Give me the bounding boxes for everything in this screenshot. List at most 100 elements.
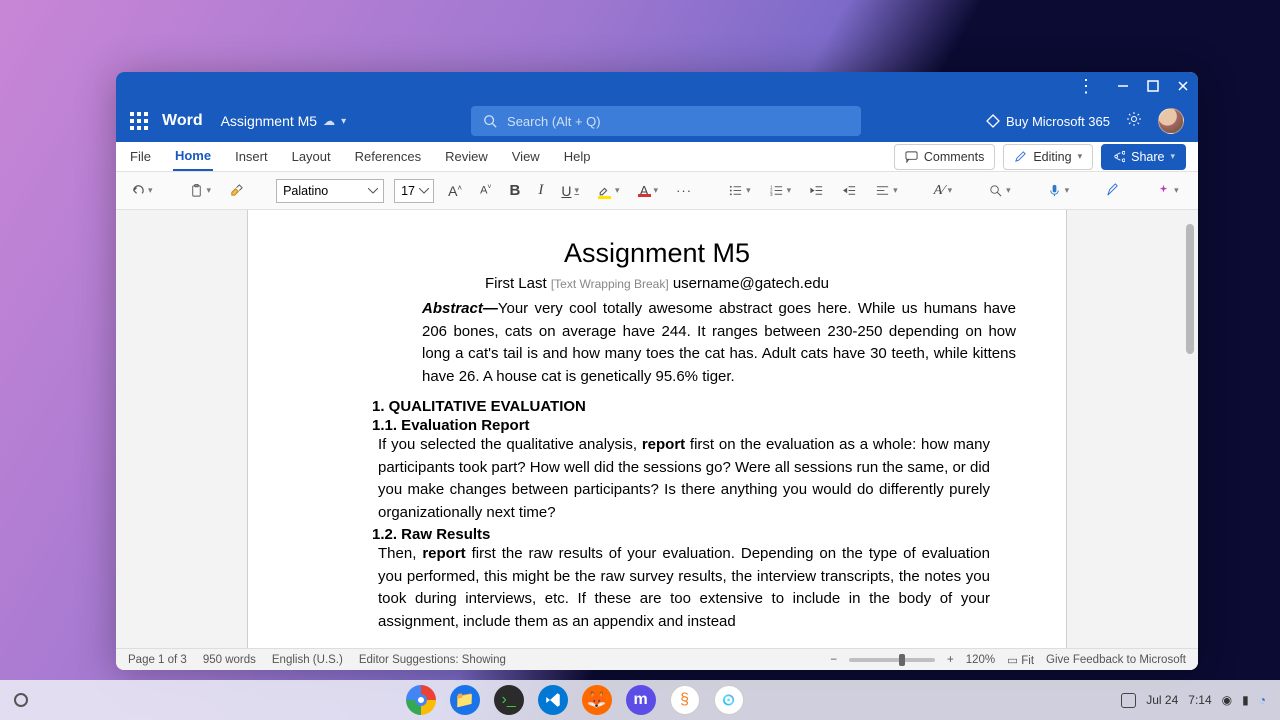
format-painter-button[interactable] [225, 180, 248, 201]
italic-button[interactable]: I [534, 179, 547, 202]
increase-font-button[interactable]: A˄ [444, 180, 466, 202]
tab-home[interactable]: Home [173, 142, 213, 171]
editor-icon [1105, 183, 1120, 198]
tray-icon[interactable] [1121, 693, 1136, 708]
minimize-icon[interactable] [1116, 79, 1130, 93]
tab-help[interactable]: Help [562, 142, 593, 171]
paste-button[interactable]: ▾ [185, 180, 216, 201]
paragraph-1-1: If you selected the qualitative analysis… [378, 434, 990, 524]
comments-button[interactable]: Comments [894, 144, 995, 170]
align-button[interactable]: ▾ [871, 180, 902, 201]
zoom-in-button[interactable]: + [947, 654, 954, 666]
vertical-scrollbar[interactable] [1184, 218, 1194, 640]
tab-layout[interactable]: Layout [290, 142, 333, 171]
bullets-icon [728, 183, 743, 198]
underline-button[interactable]: U▾ [557, 180, 583, 202]
editing-label: Editing [1033, 150, 1071, 164]
gear-icon [1126, 111, 1142, 127]
find-button[interactable]: ▾ [984, 180, 1015, 201]
tab-insert[interactable]: Insert [233, 142, 270, 171]
decrease-indent-button[interactable] [805, 180, 828, 201]
copilot-icon[interactable]: ⊙ [714, 685, 744, 715]
zoom-level[interactable]: 120% [966, 654, 995, 666]
scrollbar-thumb[interactable] [1186, 224, 1194, 354]
doc-title: Assignment M5 [378, 238, 936, 269]
vscode-icon[interactable] [538, 685, 568, 715]
bold-button[interactable]: B [506, 179, 525, 202]
styles-button[interactable]: A⁄▾ [930, 180, 956, 202]
buy-m365-button[interactable]: Buy Microsoft 365 [986, 114, 1110, 129]
zoom-slider[interactable] [849, 658, 935, 662]
terminal-icon[interactable]: ›_ [494, 685, 524, 715]
status-bar: Page 1 of 3 950 words English (U.S.) Edi… [116, 648, 1198, 670]
abstract-paragraph: Abstract—Your very cool totally awesome … [422, 298, 1016, 388]
tab-review[interactable]: Review [443, 142, 490, 171]
chrome-icon[interactable] [406, 685, 436, 715]
word-window: ⋮ Word Assignment M5 ☁ ▾ Search (Alt + Q… [116, 72, 1198, 670]
document-page[interactable]: Assignment M5 First Last [Text Wrapping … [247, 210, 1067, 648]
more-icon[interactable]: ⋮ [1077, 76, 1094, 97]
doc-name[interactable]: Assignment M5 ☁ ▾ [221, 113, 347, 129]
notification-icon[interactable]: ◔ [1259, 693, 1266, 707]
os-taskbar: 📁 ›_ 🦊 m § ⊙ Jul 24 7:14 ◉ ▮ ◔ [0, 680, 1280, 720]
battery-icon[interactable]: ▮ [1242, 693, 1249, 707]
app-name: Word [162, 112, 203, 130]
close-icon[interactable] [1176, 79, 1190, 93]
sparkle-icon [1156, 183, 1171, 198]
wifi-icon[interactable]: ◉ [1222, 693, 1232, 707]
text-wrapping-break: [Text Wrapping Break] [551, 277, 669, 291]
mic-icon [1047, 183, 1062, 198]
search-icon [988, 183, 1003, 198]
dictate-button[interactable]: ▾ [1043, 180, 1074, 201]
increase-indent-button[interactable] [838, 180, 861, 201]
designer-button[interactable]: ▾ [1152, 180, 1183, 201]
editing-button[interactable]: Editing▾ [1003, 144, 1093, 170]
app-launcher-icon[interactable] [130, 112, 148, 130]
status-words[interactable]: 950 words [203, 654, 256, 666]
tab-view[interactable]: View [510, 142, 542, 171]
bullets-button[interactable]: ▾ [724, 180, 755, 201]
taskbar-dock: 📁 ›_ 🦊 m § ⊙ [406, 685, 744, 715]
decrease-font-button[interactable]: A˅ [476, 181, 495, 200]
maximize-icon[interactable] [1146, 79, 1160, 93]
abstract-text: Your very cool totally awesome abstract … [422, 300, 1016, 385]
editor-button[interactable] [1101, 180, 1124, 201]
tab-file[interactable]: File [128, 142, 153, 171]
undo-icon [130, 183, 145, 198]
feedback-link[interactable]: Give Feedback to Microsoft [1046, 654, 1186, 666]
more-font-button[interactable]: ··· [672, 180, 696, 201]
status-language[interactable]: English (U.S.) [272, 654, 343, 666]
app-icon-1[interactable]: 🦊 [582, 685, 612, 715]
outdent-icon [809, 183, 824, 198]
mastodon-icon[interactable]: m [626, 685, 656, 715]
launcher-button[interactable] [14, 693, 28, 707]
buy-label: Buy Microsoft 365 [1006, 114, 1110, 129]
ribbon-home: ▾ ▾ A˄ A˅ B I U▾ ▾ A▾ ··· ▾ 123▾ ▾ A⁄▾ ▾ [116, 172, 1198, 210]
tab-references[interactable]: References [353, 142, 423, 171]
settings-button[interactable] [1126, 111, 1142, 132]
numbering-button[interactable]: 123▾ [765, 180, 796, 201]
share-button[interactable]: Share▾ [1101, 144, 1186, 170]
paragraph-1-2: Then, report first the raw results of yo… [378, 543, 990, 633]
zoom-out-button[interactable]: − [830, 654, 837, 666]
tray-time[interactable]: 7:14 [1188, 693, 1211, 707]
search-input[interactable]: Search (Alt + Q) [471, 106, 861, 136]
status-page[interactable]: Page 1 of 3 [128, 654, 187, 666]
font-family-select[interactable] [276, 179, 384, 203]
search-placeholder: Search (Alt + Q) [507, 114, 601, 129]
undo-button[interactable]: ▾ [126, 180, 157, 201]
font-color-button[interactable]: A▾ [634, 182, 663, 200]
app-icon-2[interactable]: § [670, 685, 700, 715]
font-size-select[interactable] [394, 179, 434, 203]
highlight-button[interactable]: ▾ [593, 180, 624, 202]
files-icon[interactable]: 📁 [450, 685, 480, 715]
chevron-down-icon: ▾ [1170, 151, 1175, 162]
more-ribbon-button[interactable]: ··· [1193, 180, 1198, 201]
fit-button[interactable]: ▭ Fit [1007, 653, 1034, 667]
status-suggestions[interactable]: Editor Suggestions: Showing [359, 654, 506, 666]
document-canvas[interactable]: Assignment M5 First Last [Text Wrapping … [116, 210, 1198, 648]
avatar[interactable] [1158, 108, 1184, 134]
clipboard-icon [189, 183, 204, 198]
cloud-saved-icon: ☁ [323, 114, 335, 128]
tray-date[interactable]: Jul 24 [1146, 693, 1178, 707]
